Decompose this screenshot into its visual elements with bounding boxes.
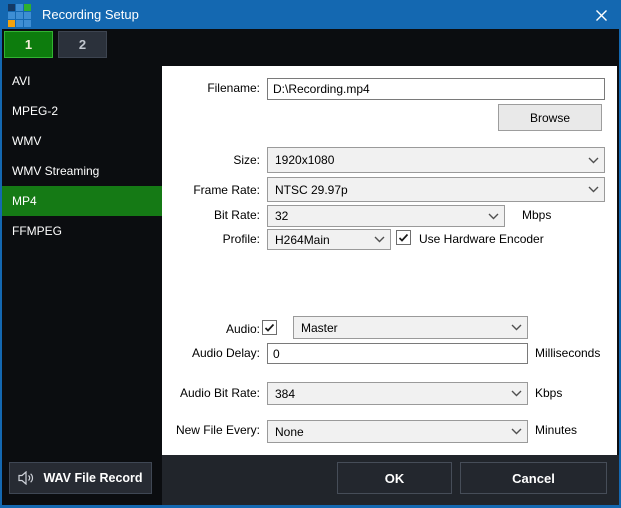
size-select[interactable]: 1920x1080: [267, 147, 605, 173]
new-file-every-unit: Minutes: [535, 423, 577, 437]
window-title: Recording Setup: [42, 7, 139, 22]
tab-2[interactable]: 2: [58, 31, 107, 58]
frame-rate-select[interactable]: NTSC 29.97p: [267, 177, 605, 202]
format-list: AVI MPEG-2 WMV WMV Streaming MP4 FFMPEG: [2, 66, 162, 246]
bit-rate-select[interactable]: 32: [267, 205, 505, 227]
frame-rate-value: NTSC 29.97p: [268, 183, 582, 197]
chevron-down-icon: [482, 213, 504, 220]
audio-bit-rate-label: Audio Bit Rate:: [162, 386, 260, 400]
profile-value: H264Main: [268, 233, 368, 247]
frame-rate-label: Frame Rate:: [162, 183, 260, 197]
cancel-button[interactable]: Cancel: [460, 462, 607, 494]
wav-file-record-button[interactable]: WAV File Record: [9, 462, 152, 494]
browse-button[interactable]: Browse: [498, 104, 602, 131]
audio-delay-input[interactable]: [267, 343, 528, 364]
audio-delay-label: Audio Delay:: [162, 346, 260, 360]
audio-bit-rate-select[interactable]: 384: [267, 382, 528, 405]
filename-input[interactable]: [267, 78, 605, 100]
hardware-encoder-label: Use Hardware Encoder: [419, 232, 544, 246]
close-button[interactable]: [589, 4, 613, 26]
profile-select[interactable]: H264Main: [267, 229, 391, 250]
settings-panel: Filename: Browse Size: 1920x1080 Frame R…: [162, 66, 617, 455]
size-value: 1920x1080: [268, 153, 582, 167]
chevron-down-icon: [582, 157, 604, 164]
hardware-encoder-checkbox[interactable]: [396, 230, 411, 245]
new-file-every-value: None: [268, 425, 505, 439]
audio-source-select[interactable]: Master: [293, 316, 528, 339]
chevron-down-icon: [368, 236, 390, 243]
audio-delay-unit: Milliseconds: [535, 346, 600, 360]
audio-checkbox[interactable]: [262, 320, 277, 335]
wav-file-record-label: WAV File Record: [43, 471, 142, 485]
format-item-wmv-streaming[interactable]: WMV Streaming: [2, 156, 162, 186]
chevron-down-icon: [505, 428, 527, 435]
format-item-wmv[interactable]: WMV: [2, 126, 162, 156]
new-file-every-label: New File Every:: [162, 423, 260, 437]
audio-bit-rate-unit: Kbps: [535, 386, 562, 400]
audio-source-value: Master: [294, 321, 505, 335]
chevron-down-icon: [505, 324, 527, 331]
size-label: Size:: [162, 153, 260, 167]
chevron-down-icon: [582, 186, 604, 193]
profile-label: Profile:: [162, 232, 260, 246]
new-file-every-select[interactable]: None: [267, 420, 528, 443]
format-item-ffmpeg[interactable]: FFMPEG: [2, 216, 162, 246]
bit-rate-label: Bit Rate:: [162, 208, 260, 222]
check-icon: [264, 323, 275, 333]
recording-setup-window: Recording Setup 1 2 AVI MPEG-2 WMV WMV S…: [0, 0, 621, 508]
bit-rate-value: 32: [268, 209, 482, 223]
ok-button[interactable]: OK: [337, 462, 452, 494]
bit-rate-unit: Mbps: [522, 208, 551, 222]
filename-label: Filename:: [162, 81, 260, 95]
format-item-mpeg2[interactable]: MPEG-2: [2, 96, 162, 126]
audio-label: Audio:: [162, 322, 260, 336]
app-logo-icon: [8, 4, 33, 29]
audio-bit-rate-value: 384: [268, 387, 505, 401]
format-item-mp4[interactable]: MP4: [2, 186, 162, 216]
check-icon: [398, 233, 409, 243]
chevron-down-icon: [505, 390, 527, 397]
tab-1[interactable]: 1: [4, 31, 53, 58]
close-icon: [595, 9, 608, 22]
format-item-avi[interactable]: AVI: [2, 66, 162, 96]
titlebar[interactable]: Recording Setup: [0, 0, 621, 29]
speaker-icon: [18, 471, 34, 485]
